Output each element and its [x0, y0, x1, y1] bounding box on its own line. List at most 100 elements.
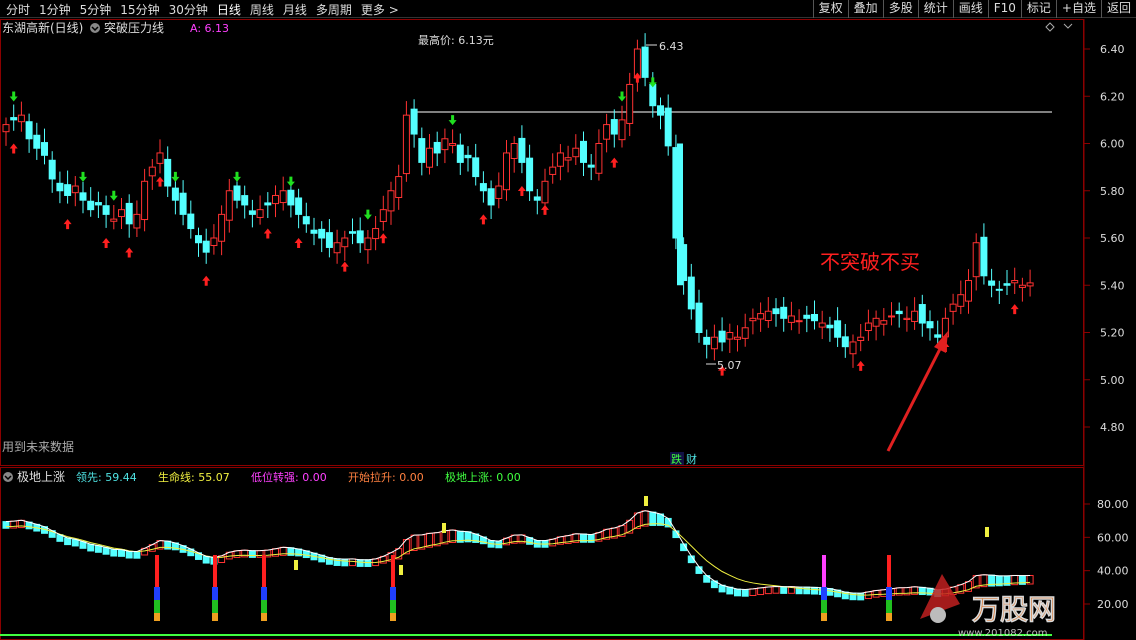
candle-body [472, 157, 480, 178]
tab-5min[interactable]: 5分钟 [80, 1, 112, 18]
sub-bar [587, 534, 595, 543]
tab-weekly[interactable]: 周线 [250, 1, 274, 18]
buy-arrow-icon [294, 238, 303, 248]
tab-more[interactable]: 更多 > [361, 1, 399, 18]
badge-fall[interactable]: 跌 [671, 452, 682, 466]
sub-indicator-4: 极地上涨: 0.00 [445, 470, 521, 484]
candle-body [787, 315, 795, 323]
watermark-url: www.201082.com [958, 628, 1048, 639]
candle-body [949, 303, 957, 312]
candle-body [718, 330, 726, 343]
multi-stock-button[interactable]: 多股 [882, 0, 918, 18]
buy-arrow-icon [263, 228, 272, 239]
candle-body [364, 237, 372, 251]
buy-arrow-icon [202, 275, 211, 286]
tab-30min[interactable]: 30分钟 [169, 1, 208, 18]
badge-finance[interactable]: 财 [686, 452, 697, 466]
signal-bar [390, 587, 396, 600]
tab-intraday[interactable]: 分时 [6, 1, 30, 18]
signal-bar [821, 587, 827, 600]
candle-body [556, 152, 564, 167]
buy-arrow-icon [102, 238, 111, 248]
candle-body [1003, 283, 1011, 286]
candle-body [464, 154, 472, 159]
add-watchlist-button[interactable]: +自选 [1055, 0, 1101, 18]
sub-bar [10, 520, 18, 529]
candle-body [857, 336, 865, 342]
chart-area[interactable]: 东湖高新(日线) 突破压力线 A: 6.13 最高价: 6.13元 6.406.… [0, 19, 1136, 640]
stock-name: 东湖高新(日线) [2, 20, 83, 35]
tab-multi-period[interactable]: 多周期 [316, 1, 352, 18]
tab-15min[interactable]: 15分钟 [120, 1, 159, 18]
candle-body [133, 213, 141, 229]
sub-bar [880, 589, 888, 597]
y-axis-label: 5.40 [1100, 279, 1125, 292]
chevron-down-icon[interactable] [90, 23, 100, 33]
candle-body [965, 280, 972, 302]
top-note: 最高价: 6.13元 [418, 33, 494, 47]
candle-body [988, 280, 996, 286]
chevron-down-icon[interactable] [3, 472, 13, 482]
indicator-name: 突破压力线 [104, 20, 164, 35]
signal-tick [644, 496, 648, 506]
candle-body [233, 185, 241, 201]
indicator-value: A: 6.13 [190, 22, 229, 35]
mark-button[interactable]: 标记 [1020, 0, 1056, 18]
candle-body [433, 141, 441, 154]
candle-body [479, 183, 487, 192]
candle-body [664, 107, 672, 147]
y-axis-label: 4.80 [1100, 421, 1125, 434]
candle-body [811, 313, 818, 322]
back-button[interactable]: 返回 [1100, 0, 1136, 18]
sub-bar [772, 586, 780, 594]
tab-daily[interactable]: 日线 [217, 1, 241, 18]
candle-body [333, 242, 341, 254]
tab-1min[interactable]: 1分钟 [39, 1, 71, 18]
candle-body [841, 336, 849, 348]
candle-body [48, 159, 56, 180]
sell-arrow-icon [109, 190, 118, 201]
candle-body [441, 138, 449, 151]
sell-arrow-icon [233, 171, 241, 182]
signal-bar [886, 600, 892, 613]
candle-body [618, 119, 626, 141]
tab-monthly[interactable]: 月线 [283, 1, 307, 18]
sub-bar [125, 550, 133, 559]
candle-body [410, 108, 418, 135]
buy-arrow-icon [379, 233, 388, 244]
draw-line-button[interactable]: 画线 [952, 0, 988, 18]
restore-rights-button[interactable]: 复权 [812, 0, 848, 18]
candle-body [264, 202, 272, 206]
diamond-icon[interactable] [1045, 22, 1055, 32]
sub-bar [2, 521, 10, 529]
candle-body [287, 189, 295, 206]
annotation-arrow [886, 344, 944, 452]
candle-body [248, 210, 256, 215]
candle-body [310, 229, 318, 234]
signal-bar [822, 555, 826, 587]
y-axis-label: 5.20 [1100, 327, 1125, 340]
candle-body [279, 190, 287, 204]
candle-body [10, 117, 18, 121]
future-data-note: 用到未来数据 [2, 439, 74, 454]
overlay-button[interactable]: 叠加 [847, 0, 883, 18]
candle-body [87, 200, 95, 211]
candle-body [595, 143, 603, 174]
candle-body [195, 235, 202, 244]
sub-indicator-2: 低位转强: 0.00 [251, 470, 327, 484]
candle-body [449, 143, 457, 146]
f10-button[interactable]: F10 [987, 0, 1021, 18]
candle-body [726, 332, 734, 340]
sub-bar [356, 559, 364, 567]
candle-body [495, 185, 503, 199]
collapse-icon[interactable] [1063, 23, 1073, 29]
sub-bar [695, 566, 703, 574]
sub-indicator-3: 开始拉升: 0.00 [348, 470, 424, 484]
lead-line [5, 510, 1031, 594]
candlesticks [2, 33, 1034, 368]
signal-bars [154, 496, 989, 621]
candle-body [164, 158, 172, 187]
candle-body [610, 119, 618, 135]
statistics-button[interactable]: 统计 [917, 0, 953, 18]
candle-body [757, 313, 765, 320]
